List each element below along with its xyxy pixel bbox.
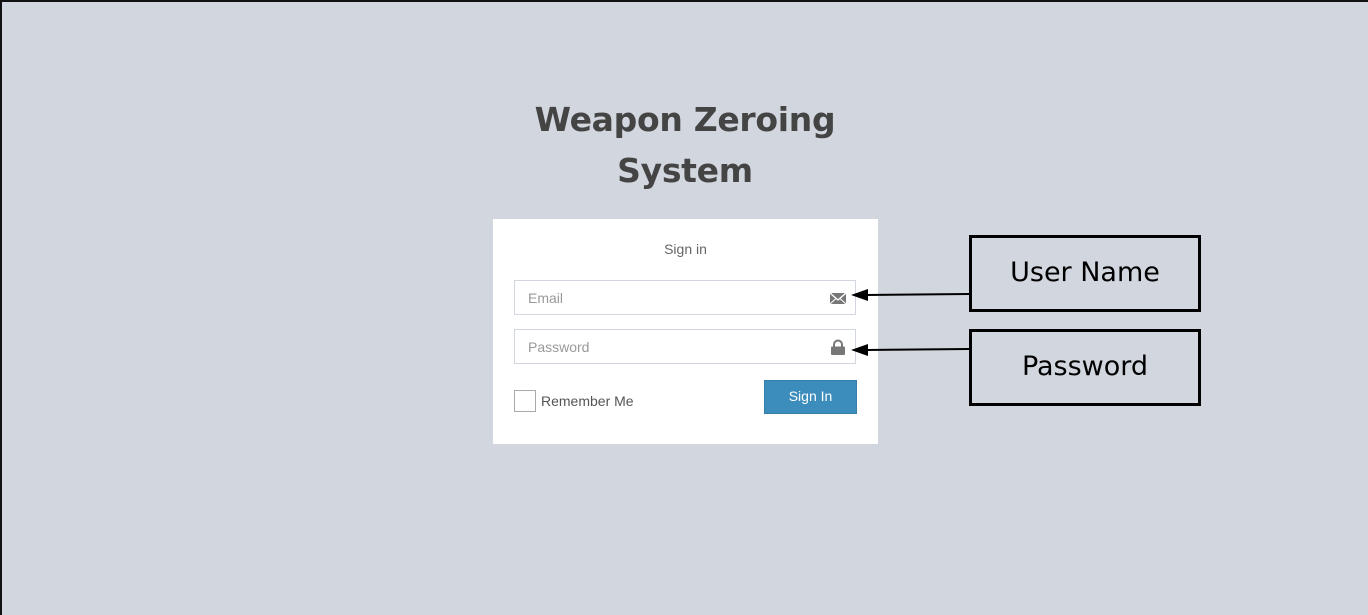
- lock-icon: [831, 339, 845, 355]
- envelope-icon: [829, 292, 847, 305]
- app-title-line1: Weapon Zeroing: [534, 100, 836, 139]
- email-field[interactable]: [515, 281, 815, 314]
- sign-in-button[interactable]: Sign In: [764, 380, 857, 414]
- password-callout: Password: [969, 329, 1201, 406]
- password-field-wrapper: [514, 329, 856, 364]
- login-box: Sign in Remember Me Sign In: [493, 219, 878, 444]
- remember-me-label: Remember Me: [541, 393, 634, 409]
- app-title-line2: System: [617, 151, 753, 190]
- user-name-callout: User Name: [969, 235, 1201, 312]
- login-box-message: Sign in: [664, 241, 707, 257]
- app-title: Weapon Zeroing System: [500, 94, 870, 196]
- email-field-wrapper: [514, 280, 856, 315]
- password-arrow-line: [865, 348, 970, 351]
- password-field[interactable]: [515, 330, 815, 363]
- remember-me-checkbox[interactable]: [514, 390, 536, 412]
- user-name-arrow-line: [865, 293, 970, 296]
